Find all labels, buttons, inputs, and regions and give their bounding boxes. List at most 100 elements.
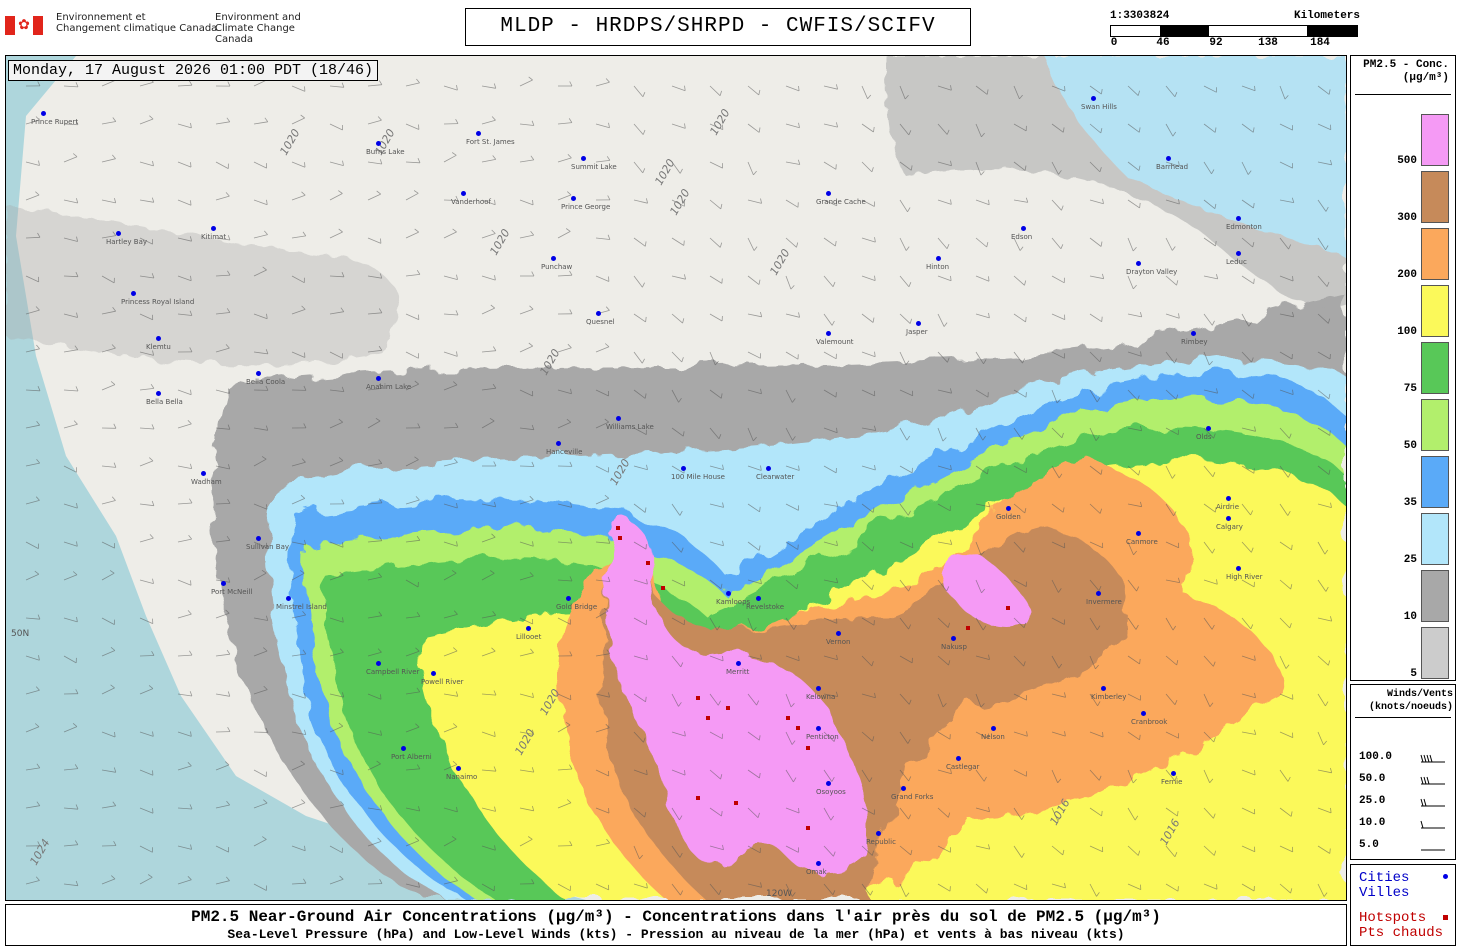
wind-speed-label: 50.0 [1359,773,1386,785]
legend-bin-label: 25 [1403,554,1417,566]
city-marker[interactable] [1091,96,1096,101]
wind-barb-icon [1420,798,1445,807]
city-marker[interactable] [221,581,226,586]
city-marker[interactable] [916,321,921,326]
city-marker[interactable] [816,686,821,691]
city-marker[interactable] [1166,156,1171,161]
city-label: Klemtu [146,343,171,351]
wind-barb-feather [342,542,344,548]
city-marker[interactable] [1136,531,1141,536]
city-marker[interactable] [1096,591,1101,596]
wind-speed-row: 5.0 [1359,839,1449,851]
hotspot-marker [706,716,710,720]
legend-swatch [1421,456,1449,508]
marker-legend: Cities Villes Hotspots Pts chauds [1350,864,1456,946]
wind-speed-row: 25.0 [1359,795,1449,807]
city-marker[interactable] [901,786,906,791]
eccc-logo: ✿ Environnement et Changement climatique… [5,12,335,45]
city-marker[interactable] [401,746,406,751]
city-marker[interactable] [461,191,466,196]
city-label: Punchaw [541,263,573,271]
city-marker[interactable] [201,471,206,476]
hotspot-marker [806,826,810,830]
city-marker[interactable] [1141,711,1146,716]
city-marker[interactable] [826,781,831,786]
city-marker[interactable] [1006,506,1011,511]
city-label: Sullivan Bay [246,543,290,551]
city-label: Kelowna [806,693,836,701]
city-label: Campbell River [366,668,420,676]
city-label: Bella Coola [246,378,286,386]
city-marker[interactable] [286,596,291,601]
city-marker[interactable] [681,466,686,471]
city-label: Burns Lake [366,148,405,156]
city-marker[interactable] [41,111,46,116]
city-marker[interactable] [826,191,831,196]
city-marker[interactable] [376,661,381,666]
city-marker[interactable] [616,416,621,421]
city-marker[interactable] [156,391,161,396]
city-label: Edmonton [1226,223,1262,231]
scale-unit: Kilometers [1293,10,1360,22]
wind-barb-feather [797,544,799,550]
city-marker[interactable] [156,336,161,341]
city-marker[interactable] [1191,331,1196,336]
city-marker[interactable] [211,226,216,231]
wind-speed-label: 10.0 [1359,817,1386,829]
city-marker[interactable] [571,196,576,201]
city-marker[interactable] [256,536,261,541]
city-marker[interactable] [991,726,996,731]
city-marker[interactable] [581,156,586,161]
legend-swatch [1421,114,1449,166]
city-marker[interactable] [596,311,601,316]
city-marker[interactable] [736,661,741,666]
city-marker[interactable] [376,141,381,146]
city-marker[interactable] [116,231,121,236]
city-marker[interactable] [1171,771,1176,776]
city-marker[interactable] [1206,426,1211,431]
city-marker[interactable] [826,331,831,336]
city-marker[interactable] [131,291,136,296]
city-marker[interactable] [1136,261,1141,266]
city-marker[interactable] [376,376,381,381]
city-marker[interactable] [726,591,731,596]
city-marker[interactable] [766,466,771,471]
city-marker[interactable] [1101,686,1106,691]
city-label: Canmore [1126,538,1158,546]
city-marker[interactable] [1236,566,1241,571]
hotspot-marker [616,526,620,530]
map-caption: PM2.5 Near-Ground Air Concentrations (µg… [5,904,1347,946]
city-marker[interactable] [956,756,961,761]
city-marker[interactable] [566,596,571,601]
city-marker[interactable] [556,441,561,446]
city-marker[interactable] [526,626,531,631]
legend-swatch [1421,513,1449,565]
city-label: Vanderhoof [451,198,491,206]
wind-barb-feather [1329,430,1331,436]
city-marker[interactable] [1021,226,1026,231]
city-marker[interactable] [551,256,556,261]
city-marker[interactable] [456,766,461,771]
city-marker[interactable] [1236,216,1241,221]
city-marker[interactable] [756,596,761,601]
city-marker[interactable] [936,256,941,261]
city-marker[interactable] [951,636,956,641]
concentration-map[interactable]: 1020 1020 1020 1020 1020 1020 1020 1020 1020 1020… [5,55,1347,901]
city-marker[interactable] [816,861,821,866]
city-marker[interactable] [431,671,436,676]
city-marker[interactable] [1236,251,1241,256]
city-label: Fort St. James [466,138,515,146]
city-marker[interactable] [476,131,481,136]
city-marker[interactable] [876,831,881,836]
wind-barb-feather [190,162,192,168]
city-label: Vernon [826,638,851,646]
city-marker[interactable] [816,726,821,731]
city-label: Clearwater [756,473,795,481]
hotspot-marker [661,586,665,590]
city-marker[interactable] [256,371,261,376]
legend-bin-label: 100 [1397,326,1417,338]
city-marker[interactable] [1226,496,1231,501]
city-marker[interactable] [836,631,841,636]
city-marker[interactable] [1226,516,1231,521]
city-label: Castlegar [946,763,980,771]
